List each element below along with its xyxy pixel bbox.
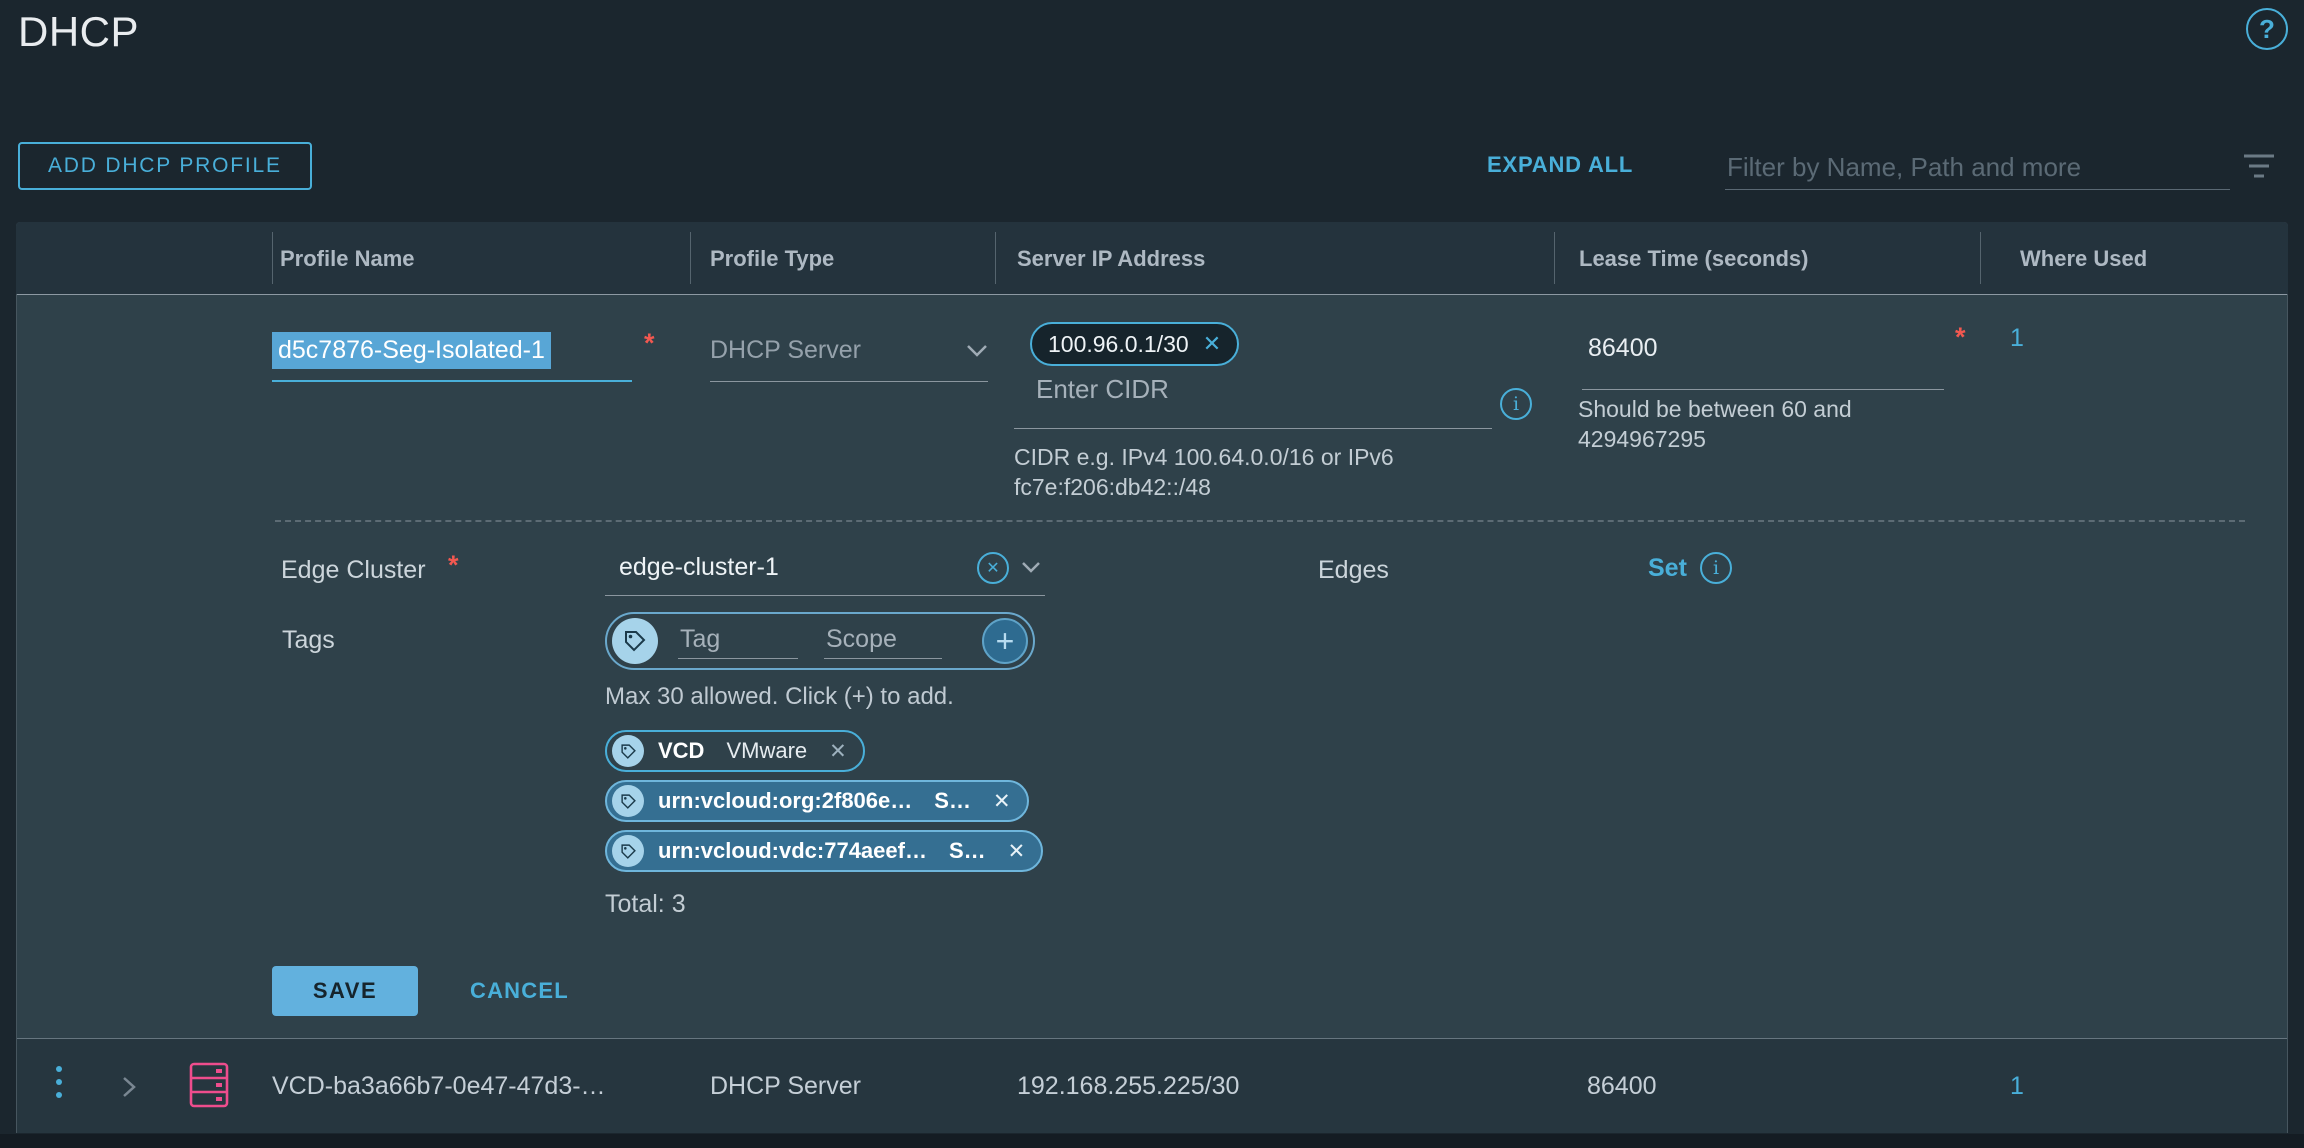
tag-chip-tag: urn:vcloud:org:2f806e… bbox=[658, 788, 912, 814]
cancel-button[interactable]: CANCEL bbox=[470, 978, 569, 1004]
tag-chip-scope: S… bbox=[934, 788, 971, 814]
close-icon[interactable]: ✕ bbox=[1008, 839, 1026, 864]
server-ip-chip-value: 100.96.0.1/30 bbox=[1048, 331, 1189, 358]
tag-chip: urn:vcloud:vdc:774aeef… S… ✕ bbox=[605, 830, 1043, 872]
chevron-down-icon bbox=[966, 344, 988, 358]
where-used-link[interactable]: 1 bbox=[2010, 324, 2024, 353]
dhcp-server-icon bbox=[188, 1061, 230, 1109]
expand-all-link[interactable]: EXPAND ALL bbox=[1487, 152, 1633, 178]
edge-cluster-select[interactable]: edge-cluster-1 ✕ bbox=[605, 540, 1045, 596]
column-header-lease-time[interactable]: Lease Time (seconds) bbox=[1579, 246, 1808, 272]
remove-cidr-icon[interactable]: ✕ bbox=[1203, 331, 1221, 357]
profile-name-input[interactable]: d5c7876-Seg-Isolated-1 bbox=[272, 320, 632, 382]
profile-name-selected-text: d5c7876-Seg-Isolated-1 bbox=[272, 332, 551, 369]
form-divider bbox=[275, 520, 2245, 522]
column-header-profile-type[interactable]: Profile Type bbox=[710, 246, 834, 272]
add-dhcp-profile-button[interactable]: ADD DHCP PROFILE bbox=[18, 142, 312, 190]
column-header-profile-name[interactable]: Profile Name bbox=[280, 246, 415, 272]
profile-type-value: DHCP Server bbox=[710, 336, 861, 365]
row-profile-type: DHCP Server bbox=[710, 1072, 861, 1101]
plus-glyph: + bbox=[996, 625, 1015, 657]
row-server-ip: 192.168.255.225/30 bbox=[1017, 1072, 1239, 1101]
column-header-where-used[interactable]: Where Used bbox=[2020, 246, 2147, 272]
tag-icon bbox=[612, 618, 658, 664]
clear-selection-icon[interactable]: ✕ bbox=[977, 552, 1009, 584]
info-glyph: i bbox=[1513, 393, 1519, 415]
required-asterisk: * bbox=[1955, 322, 1966, 353]
tag-chip: urn:vcloud:org:2f806e… S… ✕ bbox=[605, 780, 1029, 822]
close-icon[interactable]: ✕ bbox=[993, 789, 1011, 814]
tags-hint: Max 30 allowed. Click (+) to add. bbox=[605, 682, 954, 712]
info-glyph: i bbox=[1713, 557, 1719, 579]
cidr-underline bbox=[1014, 428, 1492, 429]
page-title: DHCP bbox=[18, 8, 139, 56]
row-where-used-link[interactable]: 1 bbox=[2010, 1072, 2024, 1101]
tag-entry-pill: + bbox=[605, 612, 1035, 670]
edges-set-link[interactable]: Set bbox=[1648, 554, 1687, 583]
tag-icon bbox=[612, 835, 644, 867]
filter-icon[interactable] bbox=[2240, 150, 2278, 184]
cidr-input[interactable] bbox=[1034, 372, 1334, 409]
lease-time-hint: Should be between 60 and 4294967295 bbox=[1578, 394, 1888, 454]
save-button[interactable]: SAVE bbox=[272, 966, 418, 1016]
row-actions-menu-icon[interactable] bbox=[56, 1066, 62, 1098]
clear-glyph: ✕ bbox=[986, 558, 999, 578]
column-separator bbox=[1980, 232, 1981, 284]
close-icon[interactable]: ✕ bbox=[829, 739, 847, 764]
row-expand-chevron-icon[interactable] bbox=[118, 1074, 140, 1100]
scope-input[interactable] bbox=[824, 623, 942, 659]
tag-chip-scope: S… bbox=[949, 838, 986, 864]
tag-icon bbox=[612, 735, 644, 767]
row-lease-time: 86400 bbox=[1587, 1072, 1657, 1101]
server-ip-chip: 100.96.0.1/30 ✕ bbox=[1030, 322, 1239, 366]
filter-input[interactable] bbox=[1725, 146, 2230, 190]
column-separator bbox=[1554, 232, 1555, 284]
page-bottom-strip bbox=[0, 1134, 2304, 1148]
tag-chip-tag: urn:vcloud:vdc:774aeef… bbox=[658, 838, 927, 864]
tags-total: Total: 3 bbox=[605, 890, 686, 919]
edge-cluster-value: edge-cluster-1 bbox=[619, 553, 779, 582]
tag-icon bbox=[612, 785, 644, 817]
column-header-server-ip[interactable]: Server IP Address bbox=[1017, 246, 1205, 272]
help-glyph: ? bbox=[2259, 14, 2275, 45]
info-icon[interactable]: i bbox=[1700, 552, 1732, 584]
edges-label: Edges bbox=[1318, 556, 1389, 585]
profile-type-select[interactable]: DHCP Server bbox=[710, 320, 988, 382]
required-asterisk: * bbox=[644, 328, 655, 359]
edge-cluster-label: Edge Cluster bbox=[281, 556, 426, 585]
info-icon[interactable]: i bbox=[1500, 388, 1532, 420]
dhcp-page: DHCP ? ADD DHCP PROFILE EXPAND ALL Profi… bbox=[0, 0, 2304, 1148]
column-separator bbox=[995, 232, 996, 284]
row-profile-name[interactable]: VCD-ba3a66b7-0e47-47d3-… bbox=[272, 1072, 606, 1101]
chevron-down-icon bbox=[1021, 561, 1041, 574]
tag-chip: VCD VMware ✕ bbox=[605, 730, 865, 772]
cidr-help-text: CIDR e.g. IPv4 100.64.0.0/16 or IPv6 fc7… bbox=[1014, 442, 1494, 502]
tags-label: Tags bbox=[282, 626, 335, 655]
tag-input[interactable] bbox=[678, 623, 798, 659]
column-separator bbox=[272, 232, 273, 284]
add-tag-icon[interactable]: + bbox=[982, 618, 1028, 664]
tag-chip-tag: VCD bbox=[658, 738, 704, 764]
help-icon[interactable]: ? bbox=[2246, 8, 2288, 50]
column-separator bbox=[690, 232, 691, 284]
tag-chip-scope: VMware bbox=[726, 738, 807, 764]
required-asterisk: * bbox=[448, 550, 459, 581]
lease-time-input[interactable] bbox=[1582, 326, 1944, 390]
